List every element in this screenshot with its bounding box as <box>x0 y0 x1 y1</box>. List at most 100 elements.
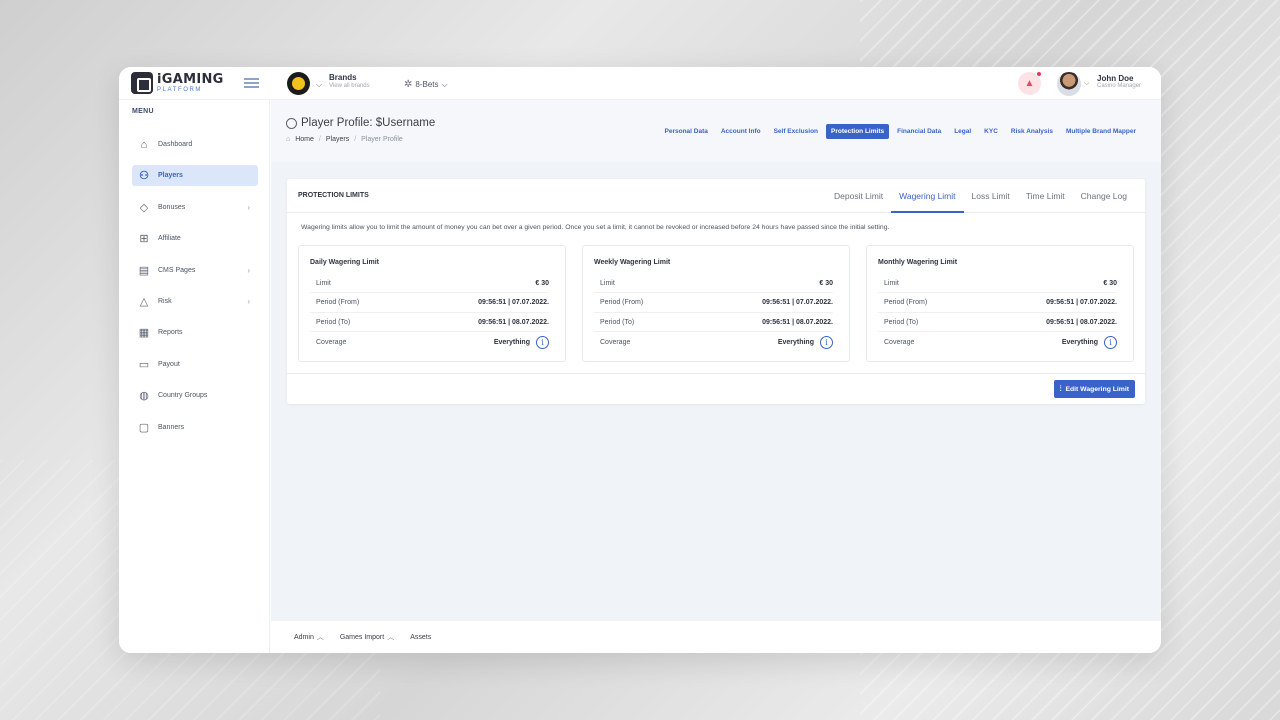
limit-row: Limit € 30 <box>594 274 833 293</box>
diamond-icon: ◇ <box>139 202 149 214</box>
sidebar-item-label: Dashboard <box>158 141 193 148</box>
limit-row-label: Coverage <box>600 338 631 346</box>
limit-box-title: Daily Wagering Limit <box>310 259 379 266</box>
tab-multiple-brand-mapper[interactable]: Multiple Brand Mapper <box>1061 124 1141 139</box>
limit-row-value: 09:56:51 | 08.07.2022. <box>478 319 549 326</box>
sidebar-item-label: Bonuses <box>158 204 186 211</box>
tab-time-limit[interactable]: Time Limit <box>1018 179 1073 213</box>
tab-personal-data[interactable]: Personal Data <box>660 124 713 139</box>
chevron-right-icon: › <box>247 203 250 212</box>
limit-box-monthly-wagering-limit: Monthly Wagering Limit Limit € 30 Period (F… <box>866 245 1134 362</box>
sidebar-item-label: Affiliate <box>158 235 181 242</box>
limit-row: Period (To) 09:56:51 | 08.07.2022. <box>878 313 1117 332</box>
limit-row-value: 09:56:51 | 08.07.2022. <box>1046 319 1117 326</box>
footer-item-label: Admin <box>294 633 314 641</box>
bets-selector[interactable]: ✲ 8-Bets ⌵ <box>404 79 448 90</box>
limit-row-label: Coverage <box>884 338 915 346</box>
sidebar-item-label: Payout <box>158 361 180 368</box>
footer-item-games-import[interactable]: Games Import ︿ <box>340 632 394 642</box>
logo-subtitle: PLATFORM <box>157 87 203 93</box>
avatar[interactable] <box>1057 72 1081 96</box>
limit-row-value-text: Everything <box>493 338 530 346</box>
tab-kyc[interactable]: KYC <box>979 124 1003 139</box>
sliders-icon: ⫶ <box>1059 384 1062 393</box>
chevron-down-icon[interactable]: ⌵ <box>316 80 322 90</box>
limit-row-label: Period (From) <box>600 299 644 306</box>
tab-legal[interactable]: Legal <box>949 124 976 139</box>
limit-row-value-text: 09:56:51 | 07.07.2022. <box>1046 299 1117 306</box>
tab-risk-analysis[interactable]: Risk Analysis <box>1006 124 1058 139</box>
limit-row-label: Period (To) <box>316 318 351 326</box>
main-content: Player Profile: $Username ⌂ Home / Playe… <box>271 100 1161 621</box>
tab-change-log[interactable]: Change Log <box>1073 179 1135 213</box>
edit-wagering-limit-button[interactable]: ⫶ Edit Wagering Limit <box>1054 380 1135 398</box>
page-header: Player Profile: $Username ⌂ Home / Playe… <box>271 100 1161 162</box>
sidebar-item-dashboard[interactable]: ⌂ Dashboard <box>132 134 258 155</box>
limit-row-value: Everything i <box>778 335 833 349</box>
sidebar-item-label: Country Groups <box>158 392 208 399</box>
sidebar-item-cms-pages[interactable]: ▤ CMS Pages › <box>132 260 258 281</box>
protection-limits-card: PROTECTION LIMITS Deposit Limit Wagering … <box>287 179 1145 404</box>
description: Wagering limits allow you to limit the a… <box>301 224 890 231</box>
warning-icon: △ <box>139 296 149 308</box>
info-icon[interactable]: i <box>820 335 833 349</box>
limit-row-label: Limit <box>316 279 331 287</box>
tab-loss-limit[interactable]: Loss Limit <box>964 179 1018 213</box>
app-window: iGAMING PLATFORM ⌵ Brands View all brand… <box>119 67 1161 653</box>
limit-row-value: € 30 <box>819 280 833 287</box>
sidebar-item-bonuses[interactable]: ◇ Bonuses › <box>132 197 258 218</box>
limit-row-label: Coverage <box>316 338 347 346</box>
players-icon: ⚇ <box>139 170 149 182</box>
sidebar-item-label: Players <box>158 172 183 179</box>
sidebar-item-label: CMS Pages <box>158 267 196 274</box>
reports-icon: ▦ <box>138 327 150 339</box>
footer-item-assets[interactable]: Assets <box>410 634 431 641</box>
limit-row: Period (From) 09:56:51 | 07.07.2022. <box>594 294 833 313</box>
tab-deposit-limit[interactable]: Deposit Limit <box>826 179 891 213</box>
limit-row: Period (To) 09:56:51 | 08.07.2022. <box>594 313 833 332</box>
sidebar-item-risk[interactable]: △ Risk › <box>132 291 258 312</box>
sidebar-item-label: Reports <box>158 329 183 336</box>
card-footer: ⫶ Edit Wagering Limit <box>287 373 1145 404</box>
info-icon[interactable]: i <box>1104 335 1117 349</box>
tab-wagering-limit[interactable]: Wagering Limit <box>891 179 964 213</box>
sidebar-item-banners[interactable]: ▢ Banners <box>132 417 258 438</box>
tab-self-exclusion[interactable]: Self Exclusion <box>769 124 823 139</box>
chevron-up-icon: ︿ <box>316 634 324 641</box>
top-bar: iGAMING PLATFORM ⌵ Brands View all brand… <box>119 67 1161 100</box>
footer-item-admin[interactable]: Admin ︿ <box>294 632 324 642</box>
sidebar-item-payout[interactable]: ▭ Payout <box>132 354 258 375</box>
cms-icon: ▤ <box>138 265 150 277</box>
user-info[interactable]: John Doe Casino Manager <box>1097 74 1141 90</box>
logo[interactable]: iGAMING PLATFORM <box>131 72 224 94</box>
tab-protection-limits[interactable]: Protection Limits <box>826 124 890 139</box>
limit-row-label: Limit <box>600 279 615 287</box>
limit-row-label: Period (From) <box>884 299 928 306</box>
tab-account-info[interactable]: Account Info <box>716 124 766 139</box>
limit-row-value-text: € 30 <box>819 279 833 287</box>
chevron-down-icon[interactable]: ⌵ <box>1084 80 1089 88</box>
limit-row: Period (From) 09:56:51 | 07.07.2022. <box>310 294 549 313</box>
sidebar-item-reports[interactable]: ▦ Reports <box>132 322 258 343</box>
globe-icon: ◍ <box>139 390 149 402</box>
limit-row: Limit € 30 <box>878 274 1117 293</box>
chevron-right-icon: › <box>247 297 250 306</box>
sidebar-item-affiliate[interactable]: ⊞ Affiliate <box>132 228 258 249</box>
sidebar-item-players[interactable]: ⚇ Players <box>132 165 258 186</box>
limit-row-value-text: Everything <box>1061 338 1098 346</box>
hamburger-menu-icon[interactable] <box>244 78 259 88</box>
brand-logo[interactable] <box>287 72 310 95</box>
limit-tabs: Deposit Limit Wagering Limit Loss Limit Tim… <box>826 179 1135 213</box>
limit-row: Period (From) 09:56:51 | 07.07.2022. <box>878 294 1117 313</box>
limit-row: Coverage Everything i <box>878 333 1117 352</box>
breadcrumb: ⌂ Home / Players / Player Profile <box>286 136 403 143</box>
info-icon[interactable]: i <box>536 335 549 349</box>
breadcrumb-players[interactable]: Players <box>326 136 349 143</box>
sidebar-item-country-groups[interactable]: ◍ Country Groups <box>132 385 258 406</box>
chevron-right-icon: › <box>247 266 250 275</box>
brands-selector[interactable]: Brands View all brands <box>329 73 370 89</box>
chevron-down-icon: ⌵ <box>441 79 448 89</box>
breadcrumb-home[interactable]: Home <box>295 136 314 143</box>
logo-title: iGAMING <box>157 72 224 87</box>
tab-financial-data[interactable]: Financial Data <box>892 124 946 139</box>
